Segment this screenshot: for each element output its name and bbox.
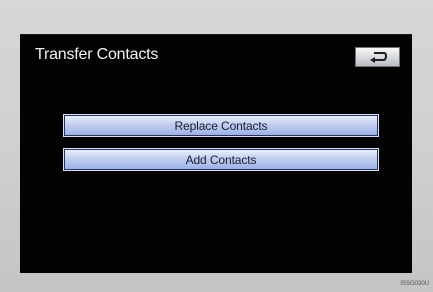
screen-title: Transfer Contacts [35,46,159,63]
display-bezel: Transfer Contacts Replace Contacts Add C… [0,0,433,292]
back-arrow-icon [368,51,388,63]
transfer-contacts-screen: Transfer Contacts Replace Contacts Add C… [20,34,412,273]
back-button[interactable] [355,47,400,67]
add-contacts-button[interactable]: Add Contacts [63,148,379,171]
image-code-label: ISSG030U [400,281,429,287]
replace-contacts-button[interactable]: Replace Contacts [63,114,379,137]
